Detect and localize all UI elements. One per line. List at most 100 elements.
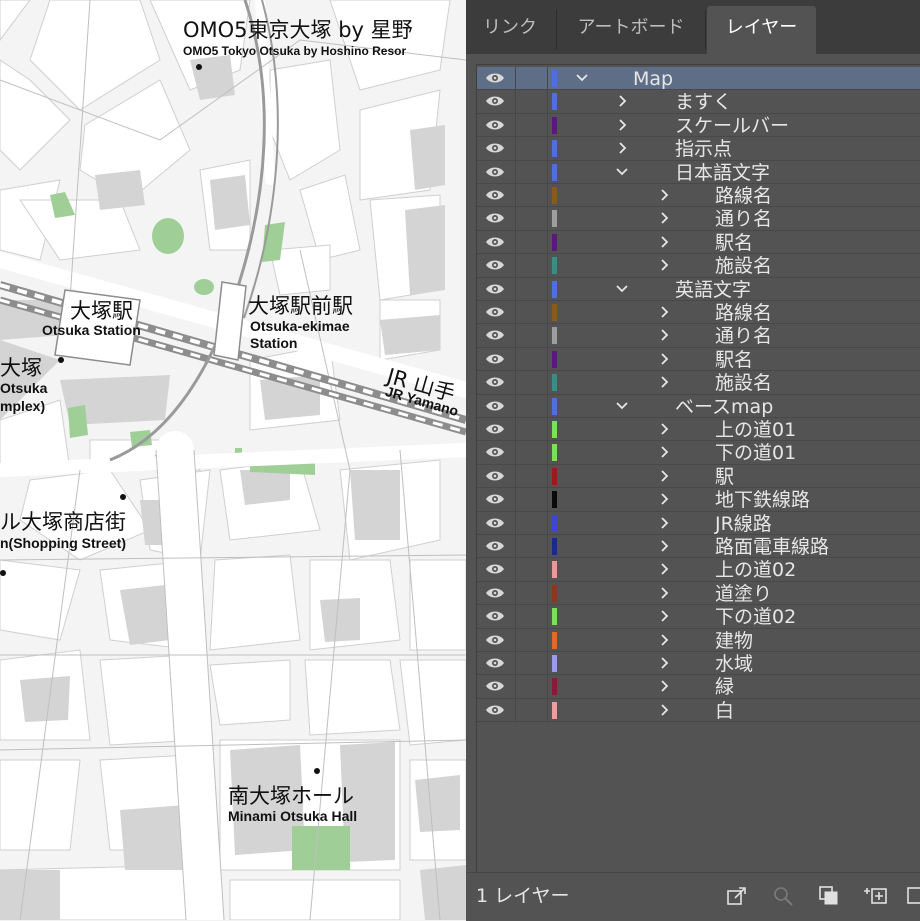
eye-icon[interactable] bbox=[485, 305, 505, 319]
chevron-right-icon[interactable] bbox=[657, 327, 671, 343]
eye-icon[interactable] bbox=[485, 586, 505, 600]
eye-icon[interactable] bbox=[485, 445, 505, 459]
chevron-right-icon[interactable] bbox=[615, 93, 629, 109]
new-sublayer-icon[interactable] bbox=[862, 885, 888, 907]
chevron-right-icon[interactable] bbox=[657, 678, 671, 694]
lock-column[interactable] bbox=[547, 535, 548, 558]
layer-name[interactable]: ベースmap bbox=[675, 395, 773, 418]
layer-name[interactable]: 駅 bbox=[715, 465, 734, 488]
layer-row[interactable]: ますく bbox=[477, 90, 920, 114]
layer-row[interactable]: Map bbox=[477, 67, 920, 91]
eye-icon[interactable] bbox=[485, 609, 505, 623]
eye-icon[interactable] bbox=[485, 165, 505, 179]
layer-name[interactable]: 地下鉄線路 bbox=[715, 488, 810, 511]
layer-name[interactable]: Map bbox=[633, 67, 673, 90]
layer-name[interactable]: JR線路 bbox=[715, 512, 772, 535]
chevron-right-icon[interactable] bbox=[657, 655, 671, 671]
lock-column[interactable] bbox=[547, 558, 548, 581]
layer-row[interactable]: 建物 bbox=[477, 628, 920, 652]
eye-icon[interactable] bbox=[485, 188, 505, 202]
chevron-right-icon[interactable] bbox=[657, 210, 671, 226]
layer-row[interactable]: 上の道01 bbox=[477, 418, 920, 442]
eye-icon[interactable] bbox=[485, 235, 505, 249]
layer-row[interactable]: 英語文字 bbox=[477, 277, 920, 301]
layer-name[interactable]: 建物 bbox=[715, 629, 753, 652]
layer-name[interactable]: ますく bbox=[675, 90, 732, 113]
eye-icon[interactable] bbox=[485, 562, 505, 576]
lock-column[interactable] bbox=[547, 90, 548, 113]
layer-name[interactable]: 路面電車線路 bbox=[715, 535, 829, 558]
lock-column[interactable] bbox=[547, 652, 548, 675]
layer-row[interactable]: 下の道01 bbox=[477, 441, 920, 465]
lock-column[interactable] bbox=[547, 675, 548, 698]
eye-icon[interactable] bbox=[485, 422, 505, 436]
lock-column[interactable] bbox=[547, 441, 548, 464]
lock-column[interactable] bbox=[547, 301, 548, 324]
layer-row[interactable]: 路線名 bbox=[477, 301, 920, 325]
layer-list[interactable]: Map ますく スケールバー 指示点 日本語文字 路線名 通り名 駅名 施設名 英語文字 路線名 通り… bbox=[476, 64, 920, 873]
layer-name[interactable]: 下の道01 bbox=[715, 441, 796, 464]
eye-icon[interactable] bbox=[485, 118, 505, 132]
chevron-right-icon[interactable] bbox=[657, 421, 671, 437]
lock-column[interactable] bbox=[547, 230, 548, 254]
eye-icon[interactable] bbox=[485, 282, 505, 296]
lock-column[interactable] bbox=[547, 488, 548, 511]
eye-icon[interactable] bbox=[485, 492, 505, 506]
chevron-right-icon[interactable] bbox=[615, 117, 629, 133]
eye-icon[interactable] bbox=[485, 399, 505, 413]
layer-row[interactable]: 路線名 bbox=[477, 184, 920, 208]
tab-layers[interactable]: レイヤー bbox=[707, 6, 816, 54]
chevron-right-icon[interactable] bbox=[657, 632, 671, 648]
chevron-right-icon[interactable] bbox=[657, 187, 671, 203]
layer-name[interactable]: 水域 bbox=[715, 652, 753, 675]
chevron-right-icon[interactable] bbox=[657, 491, 671, 507]
lock-column[interactable] bbox=[547, 137, 548, 160]
layer-row[interactable]: 施設名 bbox=[477, 254, 920, 278]
layer-row[interactable]: スケールバー bbox=[477, 113, 920, 138]
layer-name[interactable]: 路線名 bbox=[715, 184, 772, 207]
lock-column[interactable] bbox=[547, 207, 548, 230]
layer-row[interactable]: 駅名 bbox=[477, 230, 920, 255]
layer-row[interactable]: 通り名 bbox=[477, 207, 920, 231]
clipping-mask-icon[interactable] bbox=[818, 885, 840, 907]
layer-row[interactable]: 白 bbox=[477, 698, 920, 723]
eye-icon[interactable] bbox=[485, 328, 505, 342]
chevron-right-icon[interactable] bbox=[657, 351, 671, 367]
chevron-down-icon[interactable] bbox=[615, 164, 629, 180]
lock-column[interactable] bbox=[547, 628, 548, 651]
chevron-right-icon[interactable] bbox=[657, 561, 671, 577]
eye-icon[interactable] bbox=[485, 656, 505, 670]
layer-row[interactable]: 通り名 bbox=[477, 324, 920, 348]
layer-name[interactable]: スケールバー bbox=[675, 114, 789, 137]
layer-row[interactable]: 道塗り bbox=[477, 581, 920, 606]
chevron-right-icon[interactable] bbox=[657, 304, 671, 320]
layer-name[interactable]: 駅名 bbox=[715, 348, 753, 371]
layer-row[interactable]: JR線路 bbox=[477, 511, 920, 535]
layer-row[interactable]: 上の道02 bbox=[477, 558, 920, 582]
layer-row[interactable]: 下の道02 bbox=[477, 605, 920, 629]
chevron-right-icon[interactable] bbox=[657, 374, 671, 390]
layer-name[interactable]: 緑 bbox=[715, 675, 734, 698]
lock-column[interactable] bbox=[547, 605, 548, 628]
chevron-down-icon[interactable] bbox=[575, 70, 589, 86]
chevron-right-icon[interactable] bbox=[657, 257, 671, 273]
layer-name[interactable]: 施設名 bbox=[715, 371, 772, 394]
lock-column[interactable] bbox=[547, 418, 548, 441]
layer-name[interactable]: 上の道02 bbox=[715, 558, 796, 581]
eye-icon[interactable] bbox=[485, 633, 505, 647]
export-icon[interactable] bbox=[726, 885, 748, 907]
layer-row[interactable]: 地下鉄線路 bbox=[477, 488, 920, 512]
eye-icon[interactable] bbox=[485, 94, 505, 108]
chevron-right-icon[interactable] bbox=[615, 140, 629, 156]
lock-column[interactable] bbox=[547, 184, 548, 207]
chevron-right-icon[interactable] bbox=[657, 538, 671, 554]
layer-name[interactable]: 指示点 bbox=[675, 137, 732, 160]
map-canvas[interactable]: OMO5東京大塚 by 星野 OMO5 Tokyo Otsuka by Hosh… bbox=[0, 0, 466, 920]
chevron-right-icon[interactable] bbox=[657, 468, 671, 484]
chevron-right-icon[interactable] bbox=[657, 234, 671, 250]
tab-links[interactable]: リンク bbox=[466, 6, 554, 54]
chevron-right-icon[interactable] bbox=[657, 702, 671, 718]
layer-row[interactable]: 施設名 bbox=[477, 371, 920, 395]
lock-column[interactable] bbox=[547, 277, 548, 300]
lock-column[interactable] bbox=[547, 67, 548, 90]
